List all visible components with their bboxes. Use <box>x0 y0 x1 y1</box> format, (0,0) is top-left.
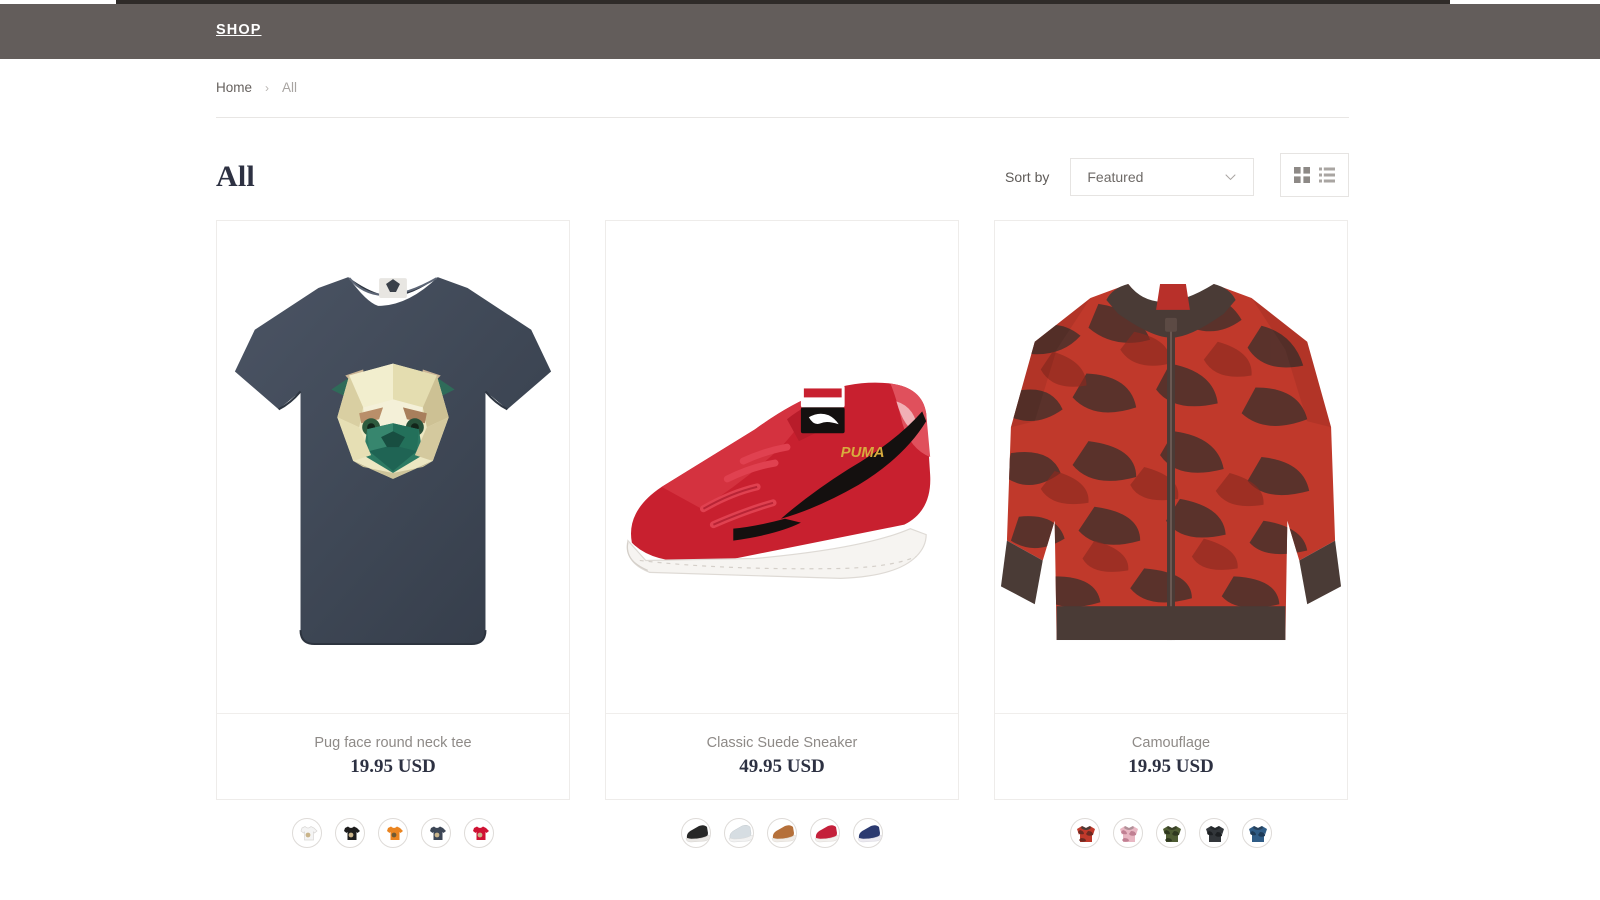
breadcrumb-current: All <box>282 80 298 95</box>
product-meta-2: Camouflage 19.95 USD <box>995 713 1347 799</box>
swatch-jacket-pink-camo[interactable] <box>1113 818 1143 848</box>
pug-face-tee-image <box>217 221 569 713</box>
classic-suede-sneaker-image: PUMA <box>606 221 958 713</box>
breadcrumb-home-link[interactable]: Home <box>216 80 252 95</box>
product-meta-1: Classic Suede Sneaker 49.95 USD <box>606 713 958 799</box>
swatch-sneaker-red[interactable] <box>810 818 840 848</box>
shop-collection-page: SHOP Home › All All Sort by Featured Pug… <box>0 0 1600 900</box>
breadcrumb-separator-icon: › <box>265 80 270 95</box>
product-title-0: Pug face round neck tee <box>314 735 472 751</box>
product-price-0: 19.95 USD <box>350 756 436 777</box>
swatch-jacket-black[interactable] <box>1199 818 1229 848</box>
chevron-down-icon <box>1224 171 1237 184</box>
list-view-icon[interactable] <box>1319 167 1335 183</box>
product-title-1: Classic Suede Sneaker <box>706 735 858 751</box>
shop-brand-link[interactable]: SHOP <box>216 22 262 38</box>
swatch-jacket-green-camo[interactable] <box>1156 818 1186 848</box>
breadcrumb: Home › All <box>216 80 297 95</box>
product-price-2: 19.95 USD <box>1128 756 1214 777</box>
product-card-body-0[interactable]: Pug face round neck tee 19.95 USD <box>216 220 570 800</box>
product-price-1: 49.95 USD <box>739 756 825 777</box>
product-card-1[interactable]: PUMA Classic Suede Sneaker 49.95 USD <box>605 220 959 848</box>
product-card-body-2[interactable]: Camouflage 19.95 USD <box>994 220 1348 800</box>
svg-text:PUMA: PUMA <box>841 445 885 461</box>
swatch-sneaker-black[interactable] <box>681 818 711 848</box>
view-toggle-group <box>1280 153 1349 197</box>
swatch-sneaker-white[interactable] <box>724 818 754 848</box>
camouflage-jacket-image <box>995 221 1347 713</box>
product-grid: Pug face round neck tee 19.95 USD PUMA C… <box>216 220 1350 848</box>
product-card-2[interactable]: Camouflage 19.95 USD <box>994 220 1348 848</box>
swatch-sneaker-tan[interactable] <box>767 818 797 848</box>
product-swatches-1 <box>605 818 959 848</box>
sort-by-label: Sort by <box>1005 169 1050 185</box>
site-header: SHOP <box>0 4 1600 59</box>
swatch-tee-red[interactable] <box>464 818 494 848</box>
sort-by-select[interactable]: Featured <box>1070 158 1255 196</box>
swatch-tee-orange[interactable] <box>378 818 408 848</box>
product-swatches-0 <box>216 818 570 848</box>
page-title: All <box>216 160 255 193</box>
swatch-jacket-red-camo[interactable] <box>1070 818 1100 848</box>
swatch-tee-black[interactable] <box>335 818 365 848</box>
product-title-2: Camouflage <box>1131 735 1211 751</box>
swatch-tee-white[interactable] <box>292 818 322 848</box>
swatch-sneaker-navy[interactable] <box>853 818 883 848</box>
product-card-0[interactable]: Pug face round neck tee 19.95 USD <box>216 220 570 848</box>
swatch-tee-navy[interactable] <box>421 818 451 848</box>
product-swatches-2 <box>994 818 1348 848</box>
sort-controls: Sort by Featured <box>1005 158 1255 196</box>
sort-by-value: Featured <box>1087 169 1144 185</box>
breadcrumb-divider <box>216 117 1349 118</box>
product-card-body-1[interactable]: PUMA Classic Suede Sneaker 49.95 USD <box>605 220 959 800</box>
product-meta-0: Pug face round neck tee 19.95 USD <box>217 713 569 799</box>
grid-view-icon[interactable] <box>1294 167 1310 183</box>
swatch-jacket-blue[interactable] <box>1242 818 1272 848</box>
